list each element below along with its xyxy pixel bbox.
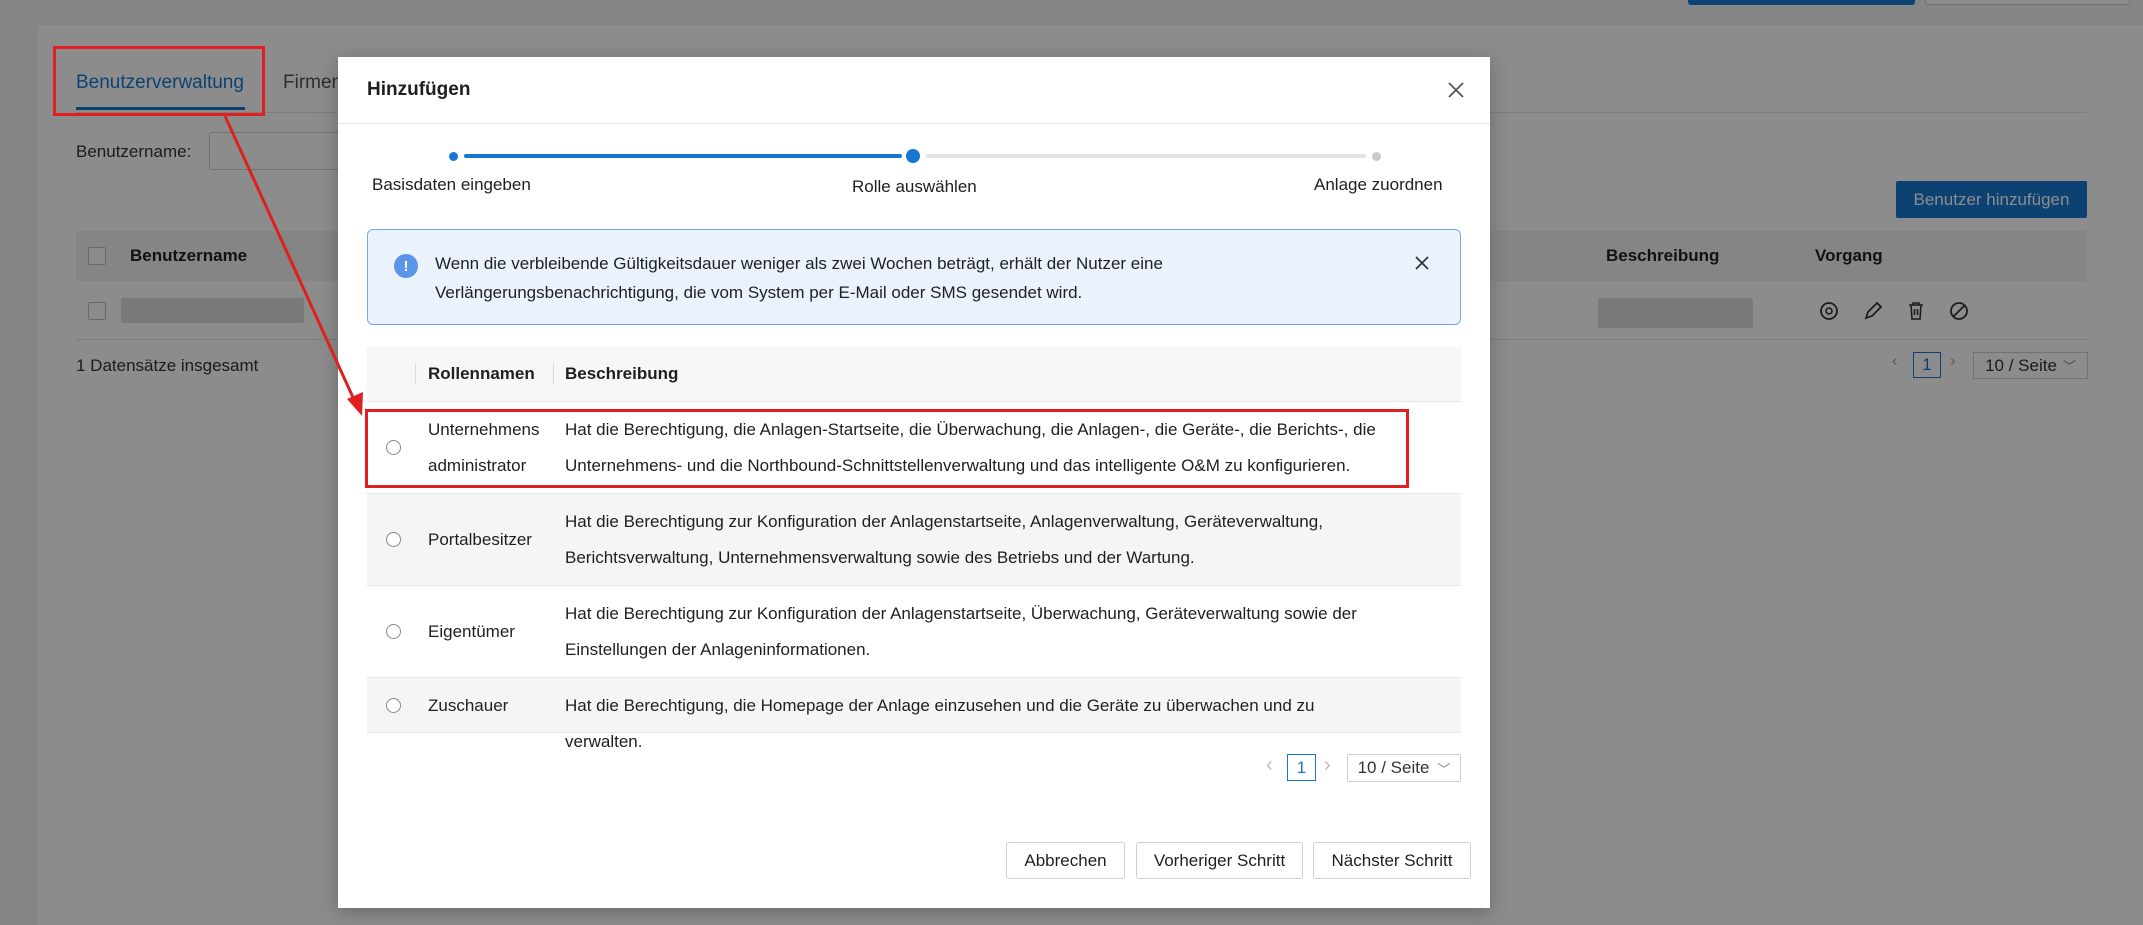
annotation-arrow — [223, 115, 363, 416]
